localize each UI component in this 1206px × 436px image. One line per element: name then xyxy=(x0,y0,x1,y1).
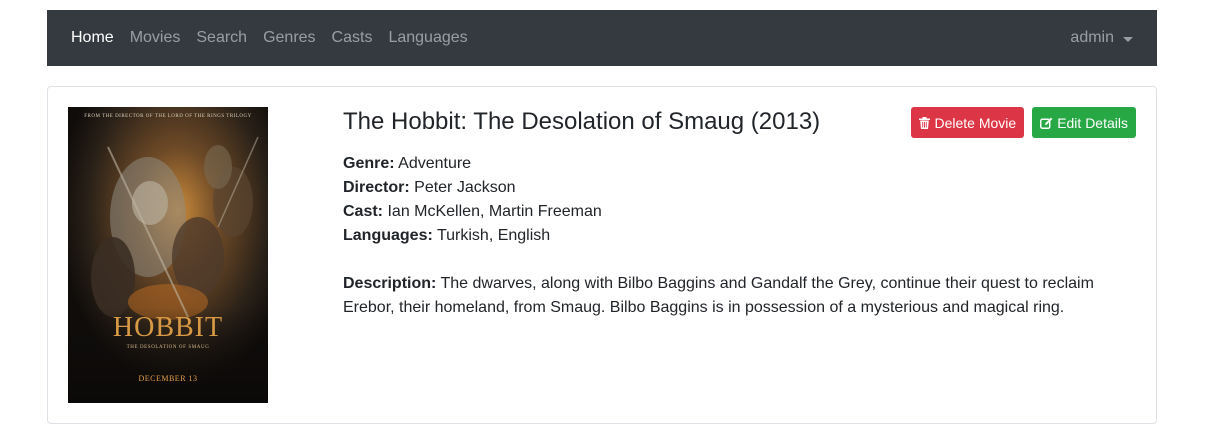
top-navbar: Home Movies Search Genres Casts Language… xyxy=(47,10,1157,66)
cast-row: Cast: Ian McKellen, Martin Freeman xyxy=(343,200,1136,224)
languages-row: Languages: Turkish, English xyxy=(343,224,1136,248)
nav-languages[interactable]: Languages xyxy=(388,26,467,50)
edit-details-button[interactable]: Edit Details xyxy=(1032,107,1136,138)
languages-value: Turkish, English xyxy=(436,227,551,244)
user-dropdown[interactable]: admin xyxy=(1070,29,1133,47)
nav-casts[interactable]: Casts xyxy=(332,26,373,50)
movie-card: FROM THE DIRECTOR OF THE LORD OF THE RIN… xyxy=(47,86,1157,424)
description-label: Description: xyxy=(343,275,437,292)
director-row: Director: Peter Jackson xyxy=(343,176,1136,200)
genre-value: Adventure xyxy=(398,155,472,172)
caret-down-icon xyxy=(1123,36,1133,42)
cast-value: Ian McKellen, Martin Freeman xyxy=(387,203,602,220)
genre-row: Genre: Adventure xyxy=(343,152,1136,176)
director-label: Director: xyxy=(343,179,410,196)
edit-details-label: Edit Details xyxy=(1057,114,1128,131)
delete-movie-button[interactable]: Delete Movie xyxy=(911,107,1025,138)
delete-movie-label: Delete Movie xyxy=(934,114,1017,131)
movie-actions: Delete Movie Edit Details xyxy=(903,107,1136,138)
description-value: The dwarves, along with Bilbo Baggins an… xyxy=(343,275,1094,316)
genre-label: Genre: xyxy=(343,155,395,172)
director-value: Peter Jackson xyxy=(414,179,516,196)
description-row: Description: The dwarves, along with Bil… xyxy=(343,272,1136,320)
nav-links: Home Movies Search Genres Casts Language… xyxy=(71,26,484,50)
poster-logo: HOBBIT xyxy=(112,312,224,343)
movie-poster: FROM THE DIRECTOR OF THE LORD OF THE RIN… xyxy=(68,107,268,403)
nav-search[interactable]: Search xyxy=(196,26,247,50)
poster-date: DECEMBER 13 xyxy=(138,374,198,383)
cast-label: Cast: xyxy=(343,203,384,220)
movie-details: The Hobbit: The Desolation of Smaug (201… xyxy=(343,107,1136,320)
poster-tagline: FROM THE DIRECTOR OF THE LORD OF THE RIN… xyxy=(84,114,252,119)
edit-icon xyxy=(1040,117,1053,129)
nav-home[interactable]: Home xyxy=(71,26,114,50)
movie-meta: Genre: Adventure Director: Peter Jackson… xyxy=(343,152,1136,248)
nav-genres[interactable]: Genres xyxy=(263,26,315,50)
user-name: admin xyxy=(1070,29,1114,46)
trash-icon xyxy=(919,116,931,129)
languages-label: Languages: xyxy=(343,227,433,244)
poster-subtitle: THE DESOLATION OF SMAUG xyxy=(126,345,210,350)
nav-movies[interactable]: Movies xyxy=(130,26,181,50)
poster-image xyxy=(68,107,268,403)
